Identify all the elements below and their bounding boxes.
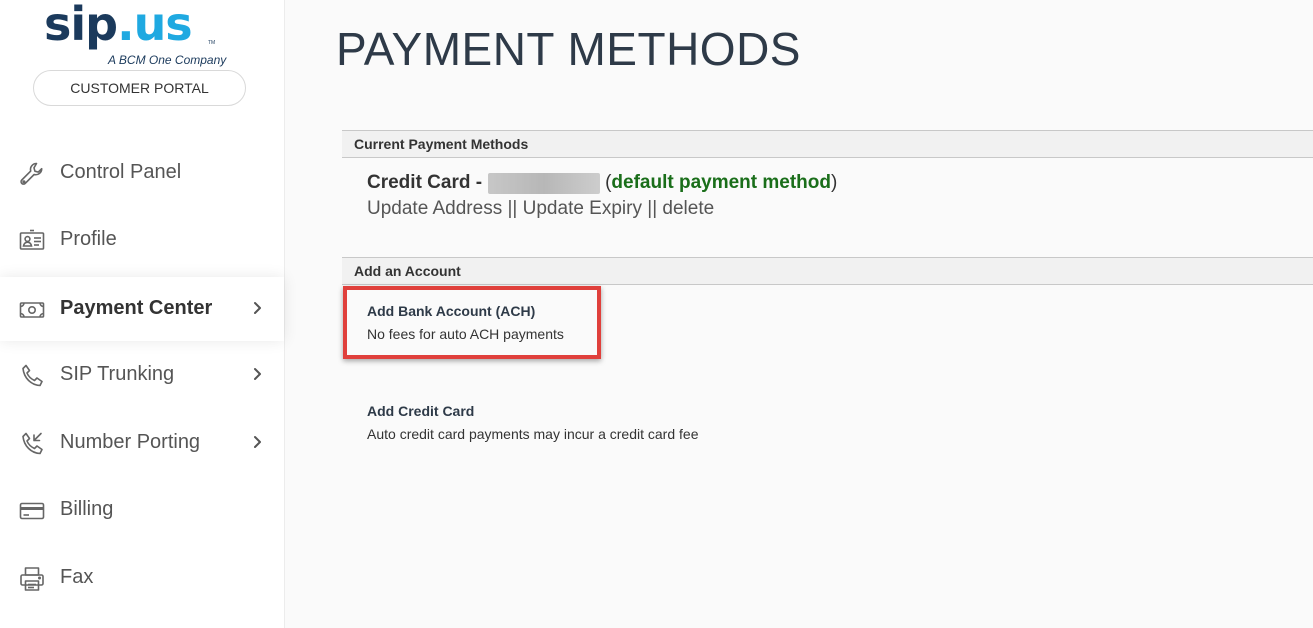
default-payment-method-label: default payment method: [611, 172, 831, 193]
add-bank-account-option[interactable]: Add Bank Account (ACH) No fees for auto …: [367, 303, 564, 342]
sidebar-item-fax[interactable]: Fax: [0, 546, 284, 610]
add-bank-account-link[interactable]: Add Bank Account (ACH): [367, 303, 564, 319]
phone-icon: [18, 362, 46, 390]
add-credit-card-option[interactable]: Add Credit Card Auto credit card payment…: [367, 403, 698, 442]
logo-tagline: A BCM One Company: [108, 53, 227, 67]
add-credit-card-description: Auto credit card payments may incur a cr…: [367, 426, 699, 442]
money-icon: [18, 296, 46, 324]
sip-us-logo[interactable]: sip.us TM A BCM One Company: [44, 0, 244, 68]
close-paren: ): [830, 172, 838, 193]
sidebar-item-label: Control Panel: [60, 161, 182, 183]
sidebar-item-label: Payment Center: [60, 297, 213, 319]
link-separator: ||: [507, 198, 518, 219]
sidebar-item-billing[interactable]: Billing: [0, 478, 284, 542]
wrench-icon: [18, 160, 46, 188]
sidebar-item-label: SIP Trunking: [60, 363, 175, 385]
sidebar-item-payment-center[interactable]: Payment Center: [0, 277, 284, 341]
customer-portal-label: CUSTOMER PORTAL: [70, 80, 209, 96]
sidebar-item-label: Billing: [60, 498, 114, 520]
sidebar-item-number-porting[interactable]: Number Porting: [0, 411, 284, 475]
link-separator: ||: [647, 198, 658, 219]
sidebar-item-label: Profile: [60, 228, 117, 250]
add-account-header: Add an Account: [342, 257, 1313, 285]
update-expiry-link[interactable]: Update Expiry: [523, 198, 642, 219]
add-credit-card-link[interactable]: Add Credit Card: [367, 403, 698, 419]
sidebar-item-control-panel[interactable]: Control Panel: [0, 141, 284, 205]
redacted-card-number: [488, 172, 601, 194]
customer-portal-button[interactable]: CUSTOMER PORTAL: [33, 70, 246, 106]
credit-card-entry: Credit Card - (default payment method): [367, 172, 837, 194]
printer-icon: [18, 565, 46, 593]
chevron-right-icon: [250, 433, 264, 451]
chevron-right-icon: [250, 299, 264, 317]
sidebar-item-profile[interactable]: Profile: [0, 208, 284, 272]
sidebar-item-sip-trunking[interactable]: SIP Trunking: [0, 343, 284, 407]
credit-card-icon: [18, 497, 46, 525]
update-address-link[interactable]: Update Address: [367, 198, 502, 219]
chevron-right-icon: [250, 365, 264, 383]
logo-trademark: TM: [208, 40, 216, 46]
main-content: PAYMENT METHODS Current Payment Methods …: [286, 0, 1313, 628]
logo-wordmark: sip.us: [44, 0, 193, 51]
sidebar: sip.us TM A BCM One Company CUSTOMER POR…: [0, 0, 285, 628]
credit-card-label: Credit Card -: [367, 172, 483, 193]
sidebar-item-label: Fax: [60, 566, 94, 588]
id-card-icon: [18, 227, 46, 255]
phone-incoming-icon: [18, 430, 46, 458]
current-payment-methods-header: Current Payment Methods: [342, 130, 1313, 158]
sidebar-item-label: Number Porting: [60, 431, 201, 453]
credit-card-actions: Update Address || Update Expiry || delet…: [367, 198, 714, 220]
add-bank-account-description: No fees for auto ACH payments: [367, 326, 564, 342]
delete-link[interactable]: delete: [662, 198, 714, 219]
page-title: PAYMENT METHODS: [336, 23, 801, 75]
